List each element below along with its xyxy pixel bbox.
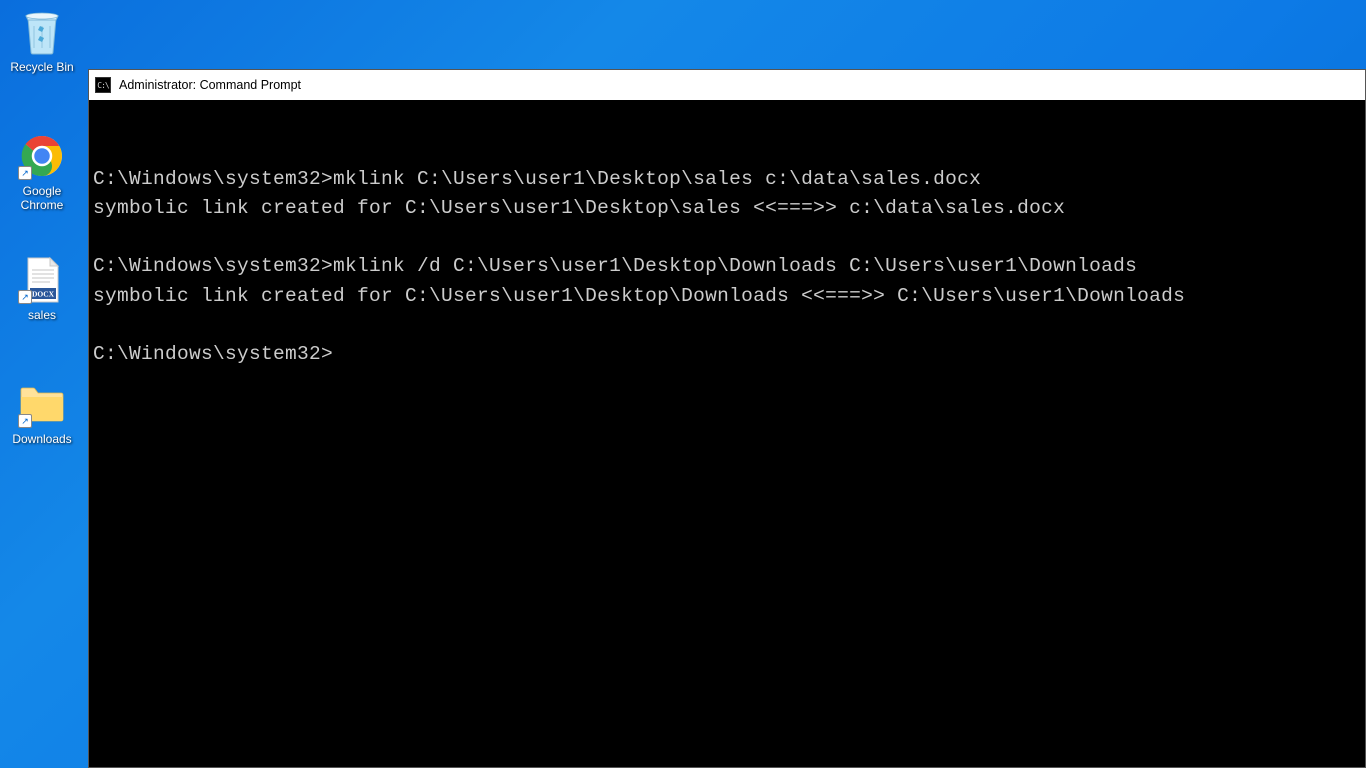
terminal-output[interactable]: C:\Windows\system32>mklink C:\Users\user… <box>89 100 1365 767</box>
command-prompt-window[interactable]: C:\ Administrator: Command Prompt C:\Win… <box>88 69 1366 768</box>
terminal-line: symbolic link created for C:\Users\user1… <box>93 285 1185 307</box>
terminal-line: C:\Windows\system32>mklink C:\Users\user… <box>93 168 981 190</box>
svg-text:DOCX: DOCX <box>32 290 55 299</box>
terminal-line: C:\Windows\system32>mklink /d C:\Users\u… <box>93 255 1137 277</box>
desktop-icon-sales[interactable]: DOCX ↗ sales <box>4 254 80 324</box>
desktop-icon-recycle-bin[interactable]: Recycle Bin <box>4 6 80 76</box>
desktop-icon-label: Recycle Bin <box>10 60 73 74</box>
shortcut-overlay-icon: ↗ <box>18 166 32 180</box>
desktop-icon-label: Google Chrome <box>21 184 64 213</box>
window-title: Administrator: Command Prompt <box>119 78 301 92</box>
folder-icon: ↗ <box>18 380 66 428</box>
shortcut-overlay-icon: ↗ <box>18 414 32 428</box>
desktop-icon-chrome[interactable]: ↗ Google Chrome <box>4 130 80 215</box>
terminal-line: symbolic link created for C:\Users\user1… <box>93 197 1065 219</box>
recycle-bin-icon <box>18 8 66 56</box>
docx-file-icon: DOCX ↗ <box>18 256 66 304</box>
desktop-icon-downloads[interactable]: ↗ Downloads <box>4 378 80 448</box>
shortcut-overlay-icon: ↗ <box>18 290 32 304</box>
desktop-icon-label: sales <box>28 308 56 322</box>
chrome-icon: ↗ <box>18 132 66 180</box>
desktop-icon-label: Downloads <box>12 432 71 446</box>
window-titlebar[interactable]: C:\ Administrator: Command Prompt <box>89 70 1365 100</box>
terminal-line: C:\Windows\system32> <box>93 343 333 365</box>
cmd-app-icon: C:\ <box>95 77 111 93</box>
